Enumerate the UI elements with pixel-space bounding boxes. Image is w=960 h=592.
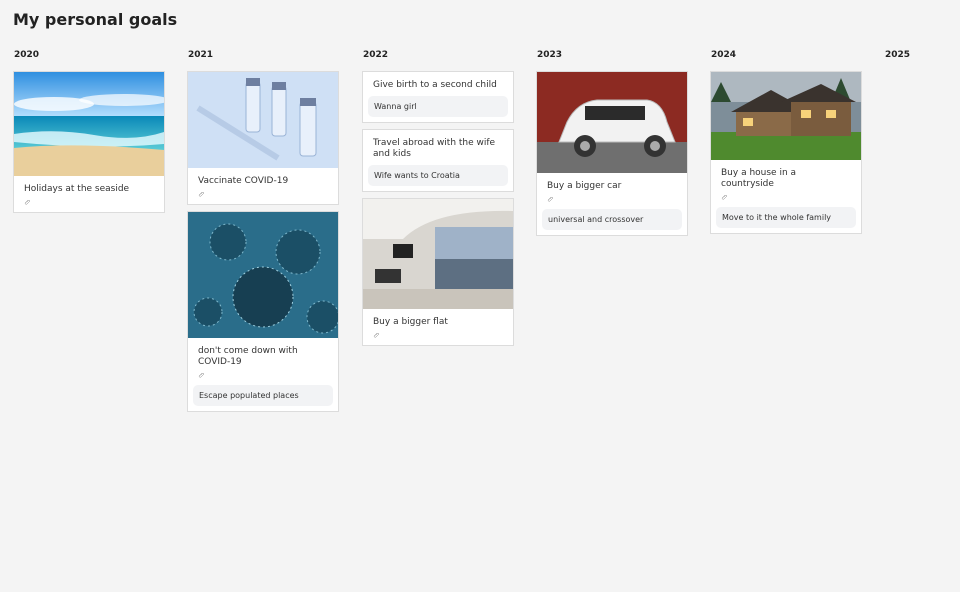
goal-card[interactable]: Vaccinate COVID-19 (187, 71, 339, 205)
goal-card[interactable]: Holidays at the seaside (13, 71, 165, 213)
paperclip-icon[interactable] (193, 187, 213, 199)
column-header: 2021 (188, 50, 214, 60)
column-2024: 2024 Buy a house in a countryside Move t… (710, 50, 862, 240)
card-title: Holidays at the seaside (24, 184, 130, 194)
column-header: 2023 (537, 50, 563, 60)
goal-card[interactable]: Travel abroad with the wife and kids Wif… (362, 129, 514, 192)
card-title: Vaccinate COVID-19 (198, 176, 289, 186)
column-2021: 2021 Vaccinate COVID-19 don't come down (187, 50, 339, 418)
column-2020: 2020 Holidays at the seaside (13, 50, 165, 219)
goal-card[interactable]: Buy a bigger car universal and crossover (536, 71, 688, 236)
vaccine-photo (188, 72, 338, 168)
goal-card[interactable]: Buy a house in a countryside Move to it … (710, 71, 862, 234)
card-note: Wife wants to Croatia (368, 165, 508, 186)
column-2022: 2022 Give birth to a second child Wanna … (362, 50, 514, 352)
page-title: My personal goals (13, 10, 178, 29)
card-note: Move to it the whole family (716, 207, 856, 228)
card-title: Buy a house in a countryside (721, 168, 797, 189)
column-2025: 2025 (884, 50, 954, 71)
goal-card[interactable]: don't come down with COVID-19 Escape pop… (187, 211, 339, 412)
goal-card[interactable]: Buy a bigger flat (362, 198, 514, 346)
paperclip-icon[interactable] (19, 195, 39, 207)
car-photo (537, 72, 687, 173)
column-2023: 2023 Buy a bigger car universal and cros… (536, 50, 688, 242)
column-header: 2024 (711, 50, 737, 60)
paperclip-icon[interactable] (716, 190, 736, 202)
card-note: Wanna girl (368, 96, 508, 117)
seaside-photo (14, 72, 164, 176)
paperclip-icon[interactable] (193, 368, 213, 380)
card-title: Buy a bigger flat (373, 317, 448, 327)
column-header: 2025 (885, 50, 911, 60)
flat-photo (363, 199, 513, 309)
card-note: Escape populated places (193, 385, 333, 406)
virus-photo (188, 212, 338, 338)
paperclip-icon[interactable] (368, 328, 388, 340)
paperclip-icon[interactable] (542, 192, 562, 204)
goal-card[interactable]: Give birth to a second child Wanna girl (362, 71, 514, 123)
column-header: 2020 (14, 50, 40, 60)
card-title: Travel abroad with the wife and kids (373, 138, 496, 159)
column-header: 2022 (363, 50, 389, 60)
card-note: universal and crossover (542, 209, 682, 230)
house-photo (711, 72, 861, 160)
card-title: don't come down with COVID-19 (198, 346, 298, 367)
card-title: Buy a bigger car (547, 181, 622, 191)
card-title: Give birth to a second child (373, 80, 497, 90)
